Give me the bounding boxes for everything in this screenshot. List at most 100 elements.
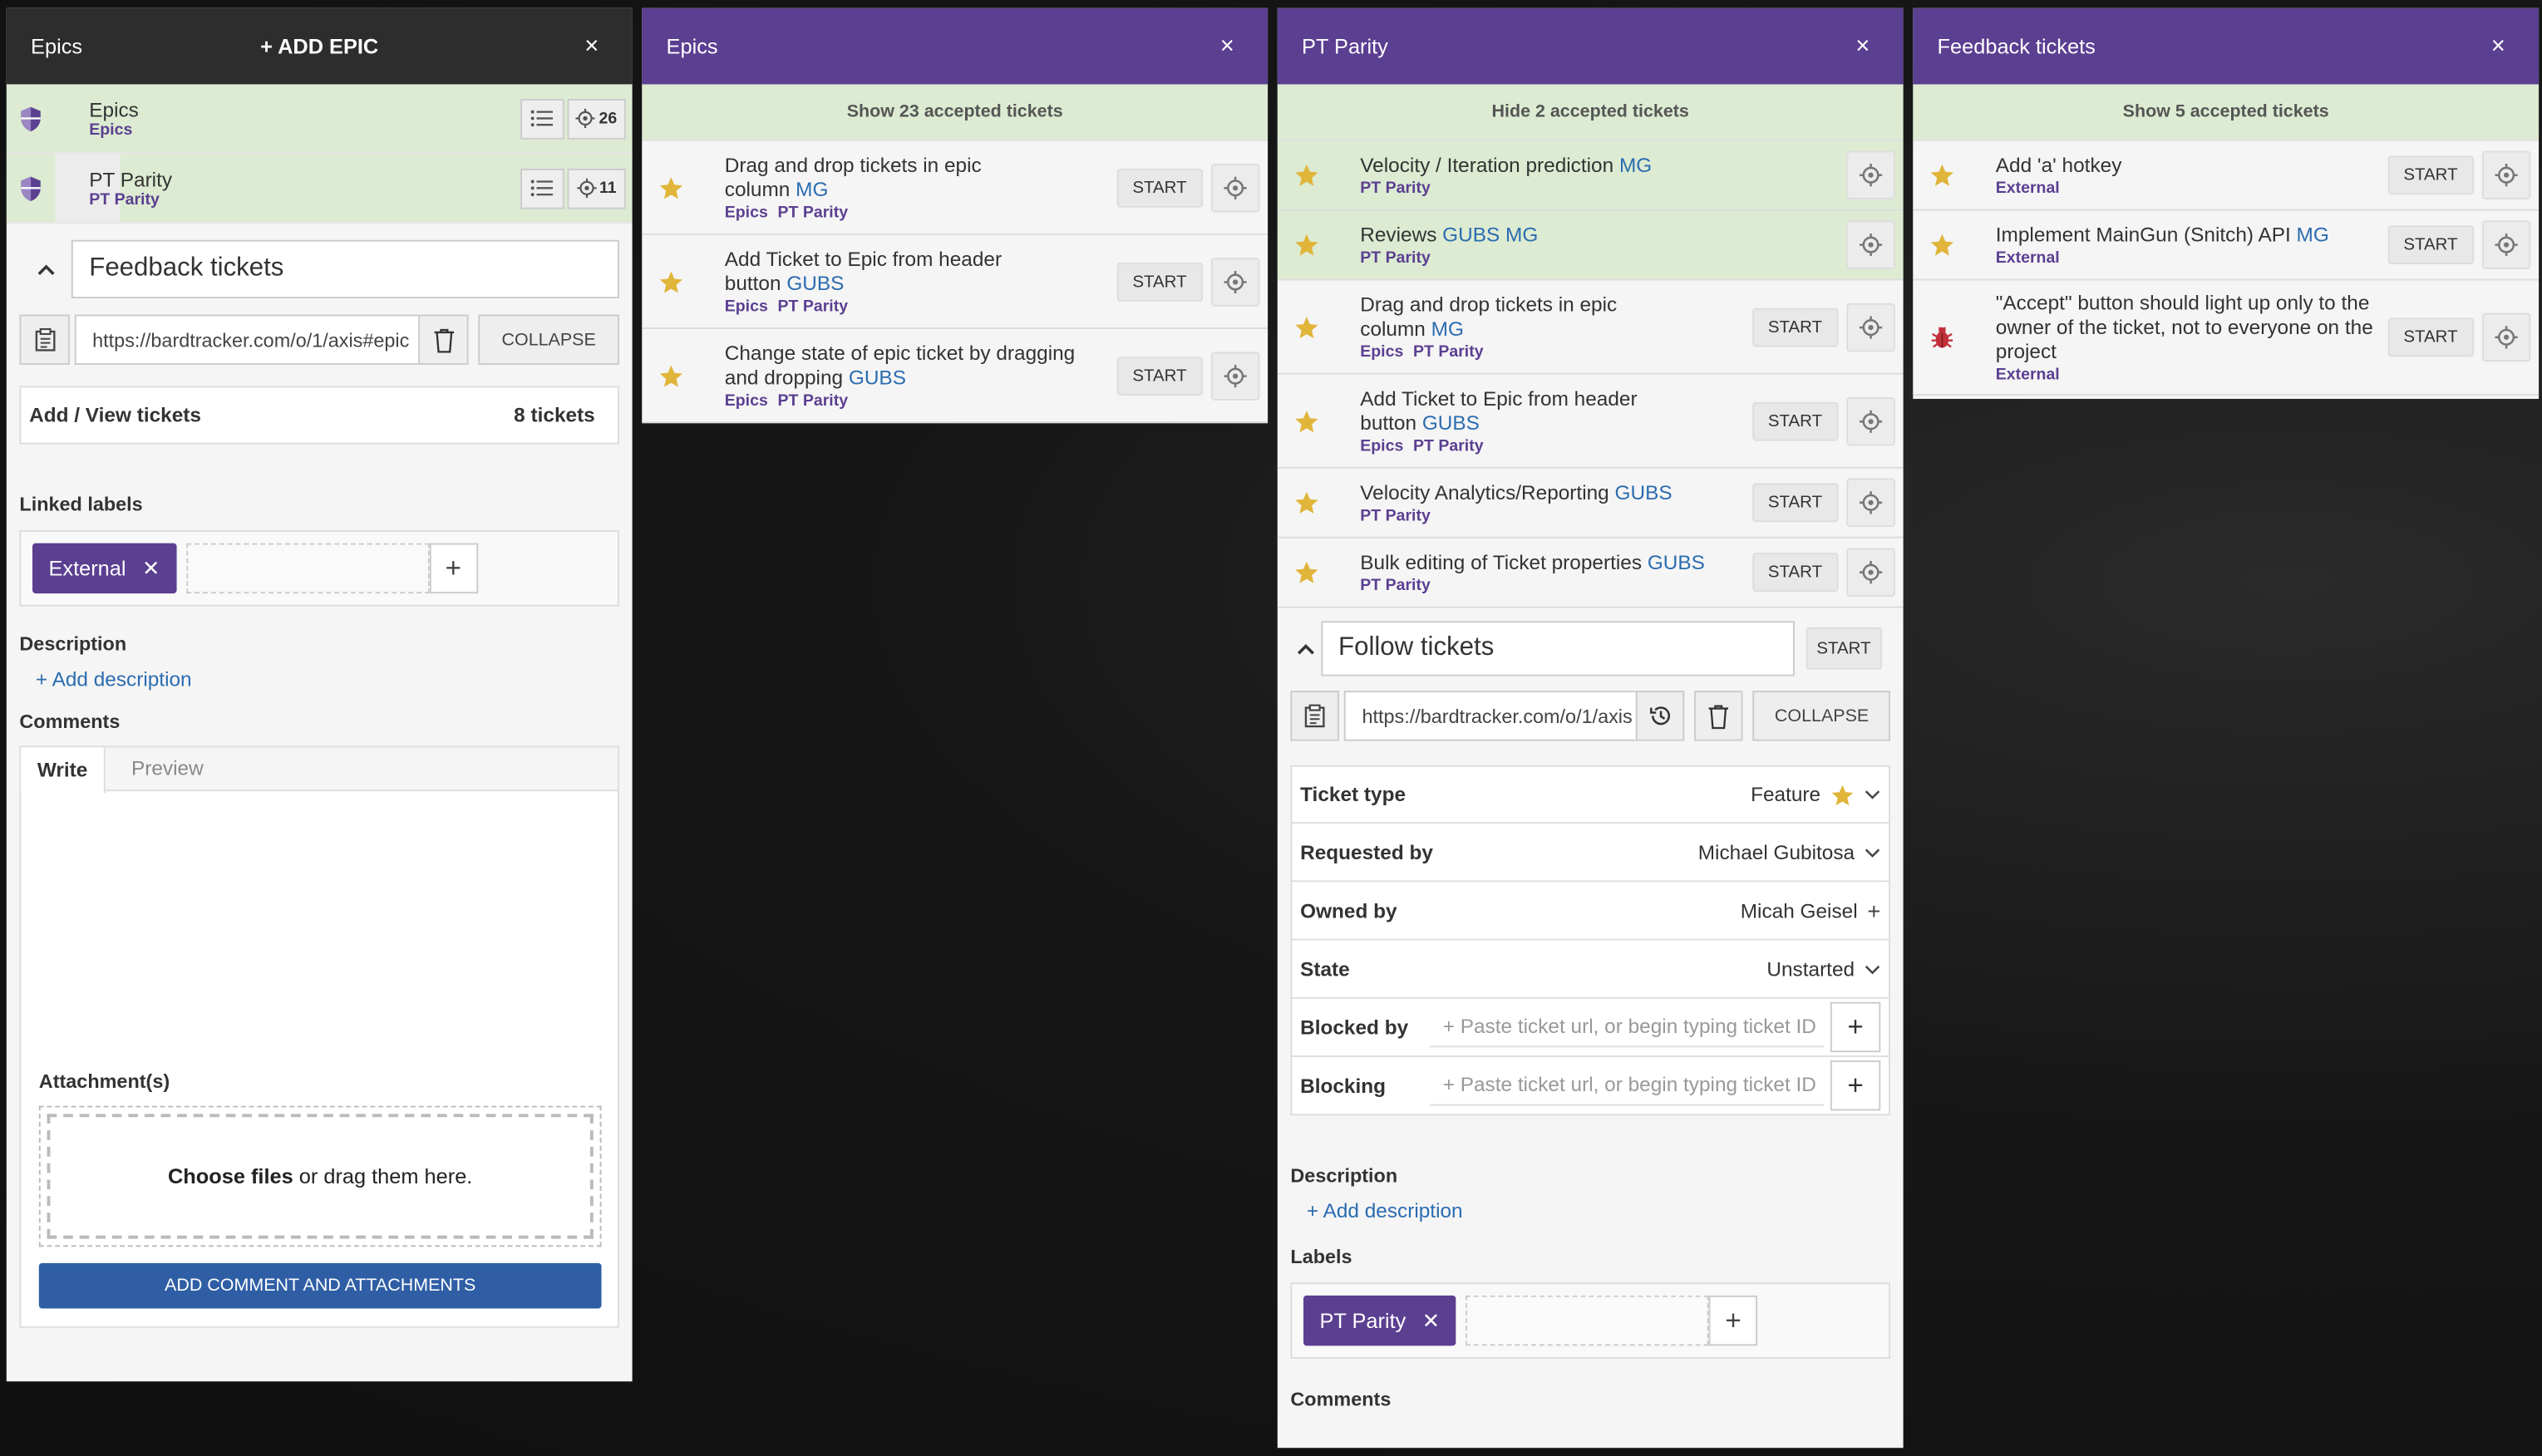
ticket-label[interactable]: Epics [725, 204, 768, 221]
follow-button[interactable] [1846, 220, 1895, 269]
ticket-owner[interactable]: GUBS [1648, 550, 1705, 573]
chevron-up-icon[interactable] [19, 243, 71, 295]
label-input[interactable] [185, 543, 430, 594]
ticket-row[interactable]: "Accept" button should light up only to … [1913, 280, 2540, 396]
ticket-row[interactable]: Change state of epic ticket by dragging a… [642, 329, 1269, 424]
comment-textarea[interactable] [21, 791, 618, 1042]
start-button[interactable]: START [1805, 627, 1883, 670]
copy-url-button[interactable] [1290, 691, 1340, 741]
close-panel-button[interactable]: × [1211, 32, 1244, 60]
ticket-label[interactable]: PT Parity [778, 298, 849, 315]
epic-title-input[interactable]: Feedback tickets [71, 239, 619, 298]
follow-button[interactable] [1846, 150, 1895, 199]
ticket-url-field[interactable]: https://bardtracker.com/o/1/axis [1344, 691, 1637, 741]
ticket-owner[interactable]: GUBS [849, 366, 906, 388]
ticket-owner[interactable]: MG [2297, 223, 2329, 245]
ticket-owner[interactable]: MG [796, 178, 828, 200]
follow-button[interactable] [2481, 150, 2531, 199]
list-toggle-button[interactable] [520, 167, 564, 209]
follow-button[interactable] [2481, 312, 2531, 362]
history-button[interactable] [1636, 691, 1685, 741]
ticket-owner[interactable]: GUBS [1422, 411, 1480, 434]
collapse-button[interactable]: COLLAPSE [1753, 691, 1890, 741]
label-input[interactable] [1466, 1295, 1709, 1346]
follow-button[interactable] [1846, 548, 1895, 597]
ticket-row[interactable]: Velocity / Iteration prediction MG PT Par… [1277, 140, 1904, 211]
ticket-label[interactable]: PT Parity [1360, 507, 1431, 524]
epic-row[interactable]: PT Parity PT Parity 11 [6, 154, 633, 224]
ticket-row[interactable]: Add Ticket to Epic from header button GUB… [1277, 374, 1904, 469]
ticket-label[interactable]: Epics [1360, 343, 1403, 361]
file-dropzone[interactable]: Choose files or drag them here. [38, 1105, 602, 1247]
start-button[interactable]: START [1116, 262, 1204, 301]
requested-by-row[interactable]: Requested by Michael Gubitosa [1290, 824, 1890, 883]
ticket-row[interactable]: Velocity Analytics/Reporting GUBS PT Pari… [1277, 468, 1904, 539]
requested-by-select[interactable]: Michael Gubitosa [1479, 841, 1881, 863]
start-button[interactable]: START [1751, 553, 1839, 593]
delete-button[interactable] [418, 314, 469, 365]
ticket-row[interactable]: Add Ticket to Epic from header button GUB… [642, 234, 1269, 330]
ticket-row[interactable]: Bulk editing of Ticket properties GUBS PT… [1277, 538, 1904, 608]
ticket-row[interactable]: Drag and drop tickets in epic column MG Ep… [642, 140, 1269, 235]
add-label-button[interactable]: + [1708, 1295, 1758, 1346]
show-accepted-button[interactable]: Show 23 accepted tickets [642, 84, 1269, 141]
start-button[interactable]: START [2387, 317, 2475, 357]
close-panel-button[interactable]: × [1846, 32, 1879, 60]
ticket-label[interactable]: PT Parity [778, 204, 849, 221]
tab-preview[interactable]: Preview [106, 747, 229, 789]
ticket-label[interactable]: Epics [1360, 437, 1403, 455]
start-button[interactable]: START [1751, 401, 1839, 440]
delete-button[interactable] [1694, 691, 1744, 741]
choose-files-link[interactable]: Choose files [168, 1164, 293, 1188]
ticket-row[interactable]: Implement MainGun (Snitch) API MG Externa… [1913, 210, 2540, 281]
ticket-owner[interactable]: GUBS [1615, 480, 1672, 503]
start-button[interactable]: START [2387, 225, 2475, 265]
show-accepted-button[interactable]: Show 5 accepted tickets [1913, 84, 2540, 141]
start-button[interactable]: START [1751, 483, 1839, 523]
follow-button[interactable] [1846, 396, 1895, 445]
follow-button[interactable] [1210, 351, 1260, 400]
add-owner-icon[interactable]: + [1867, 898, 1880, 923]
state-select[interactable]: Unstarted [1430, 957, 1880, 980]
state-row[interactable]: State Unstarted [1290, 940, 1890, 999]
start-button[interactable]: START [1116, 356, 1204, 396]
start-button[interactable]: START [1751, 307, 1839, 347]
add-description-link[interactable]: + Add description [36, 668, 633, 691]
ticket-row[interactable]: Add 'a' hotkey External START [1913, 140, 2540, 211]
start-button[interactable]: START [1116, 167, 1204, 207]
ticket-label[interactable]: External [1996, 180, 2060, 197]
ticket-type-row[interactable]: Ticket type Feature [1290, 765, 1890, 824]
add-blocking-button[interactable]: + [1830, 1060, 1881, 1111]
chevron-up-icon[interactable] [1290, 622, 1320, 674]
hide-accepted-button[interactable]: Hide 2 accepted tickets [1277, 84, 1904, 141]
follow-count-button[interactable]: 26 [567, 98, 626, 139]
close-panel-button[interactable]: × [575, 32, 608, 60]
ticket-label[interactable]: Epics [725, 298, 768, 315]
start-button[interactable]: START [2387, 155, 2475, 195]
blocked-by-input[interactable]: + Paste ticket url, or begin typing tick… [1430, 1008, 1825, 1047]
ticket-label[interactable]: PT Parity [1413, 343, 1484, 361]
close-panel-button[interactable]: × [2482, 32, 2515, 60]
ticket-owner[interactable]: MG [1431, 317, 1464, 339]
add-label-button[interactable]: + [429, 543, 478, 594]
list-toggle-button[interactable] [520, 98, 564, 139]
owned-by-row[interactable]: Owned by Micah Geisel + [1290, 882, 1890, 941]
ticket-label[interactable]: Epics [725, 391, 768, 409]
ticket-label[interactable]: PT Parity [1360, 248, 1431, 266]
ticket-label[interactable]: PT Parity [1413, 437, 1484, 455]
epic-url-field[interactable]: https://bardtracker.com/o/1/axis#epic [74, 314, 419, 365]
add-blocker-button[interactable]: + [1830, 1001, 1881, 1053]
ticket-owner[interactable]: GUBS [786, 272, 844, 294]
ticket-label[interactable]: External [1996, 248, 2060, 266]
tab-write[interactable]: Write [21, 747, 106, 794]
ticket-label[interactable]: PT Parity [1360, 180, 1431, 197]
ticket-label[interactable]: PT Parity [778, 391, 849, 409]
collapse-button[interactable]: COLLAPSE [478, 314, 619, 365]
add-description-link[interactable]: + Add description [1307, 1200, 1904, 1222]
ticket-owner[interactable]: GUBS MG [1442, 223, 1538, 245]
follow-button[interactable] [1846, 478, 1895, 528]
ticket-type-select[interactable]: Feature [1430, 782, 1880, 806]
epic-row[interactable]: Epics Epics 26 [6, 84, 633, 155]
ticket-label[interactable]: PT Parity [1360, 577, 1431, 594]
add-epic-button[interactable]: + ADD EPIC [7, 34, 633, 58]
